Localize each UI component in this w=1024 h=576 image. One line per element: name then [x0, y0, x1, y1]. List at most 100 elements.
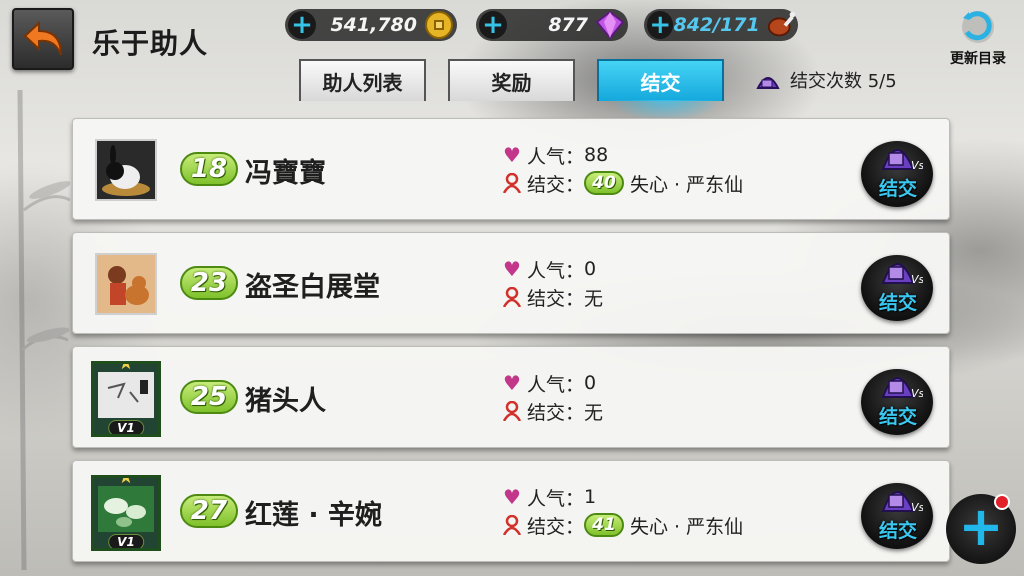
helper-stats: ♥ 人气： 88 结交： 40 失心 · 严东仙: [501, 141, 801, 197]
popularity-label: 人气：: [527, 487, 585, 510]
sketch-avatar-icon: [98, 372, 154, 418]
rabbit-avatar-icon: [97, 141, 155, 199]
person-icon: [501, 401, 523, 421]
gem-counter: + 877: [476, 9, 628, 41]
avatar[interactable]: [95, 253, 157, 315]
add-gems-button[interactable]: +: [479, 11, 507, 39]
bond-hat-icon: Vs: [881, 263, 923, 286]
vip-star-icon: ★: [117, 475, 135, 488]
vip-badge: V1: [108, 420, 144, 434]
vip-star-icon: ★: [117, 361, 135, 374]
meat-icon: [767, 11, 796, 37]
heart-icon: ♥: [503, 143, 521, 167]
bond-label: 结交：: [527, 401, 585, 424]
level-badge: 18: [180, 152, 238, 186]
leaves-avatar-icon: [98, 486, 154, 532]
avatar[interactable]: ★ V1: [91, 475, 161, 551]
popularity-value: 0: [584, 258, 597, 280]
bond-label: 结交：: [527, 515, 585, 538]
popularity-label: 人气：: [527, 259, 585, 282]
heart-icon: ♥: [503, 257, 521, 281]
stamina-value: 842/171: [673, 14, 760, 36]
bamboo-decoration: [17, 90, 70, 570]
refresh-list-button[interactable]: 更新目录: [938, 8, 1018, 72]
helper-name: 红莲 · 辛婉: [245, 500, 383, 531]
bond-value: 失心 · 严东仙: [630, 173, 744, 196]
refresh-icon: [962, 11, 994, 43]
bond-button[interactable]: Vs 结交: [861, 247, 935, 321]
notification-dot: [994, 494, 1010, 510]
bond-level-pill: 40: [584, 171, 625, 195]
level-badge: 27: [180, 494, 238, 528]
helper-name: 冯寶寶: [245, 158, 326, 189]
avatar[interactable]: [95, 139, 157, 201]
add-coins-button[interactable]: +: [288, 11, 316, 39]
popularity-value: 88: [584, 144, 609, 166]
popularity-value: 1: [584, 486, 597, 508]
bond-count-text: 结交次数 5/5: [790, 71, 897, 92]
level-badge: 23: [180, 266, 238, 300]
coin-counter: + 541,780: [285, 9, 457, 41]
gem-value: 877: [548, 14, 588, 36]
back-arrow-icon: [23, 20, 62, 56]
helper-row: 23 盗圣白展堂 ♥ 人气： 0 结交：无 Vs 结交: [72, 232, 950, 334]
bond-button[interactable]: Vs 结交: [861, 361, 935, 435]
bond-label: 结交：: [527, 287, 585, 310]
tab-rewards[interactable]: 奖励: [448, 59, 575, 101]
popularity-value: 0: [584, 372, 597, 394]
person-icon: [501, 173, 523, 193]
svg-text:Vs: Vs: [911, 387, 923, 400]
tab-label: 助人列表: [322, 70, 403, 95]
gem-icon: [595, 10, 625, 40]
tab-bond[interactable]: 结交: [597, 59, 724, 101]
bond-hat-icon: Vs: [881, 149, 923, 172]
coin-icon: [425, 11, 453, 39]
bond-level-pill: 41: [584, 513, 625, 537]
boy-dog-avatar-icon: [97, 255, 155, 313]
svg-text:Vs: Vs: [911, 273, 923, 286]
bond-hat-icon: Vs: [881, 491, 923, 514]
svg-text:Vs: Vs: [911, 501, 923, 514]
helper-row: ★ V1 25 猪头人 ♥ 人气： 0 结交：无 Vs 结交: [72, 346, 950, 448]
popularity-label: 人气：: [527, 145, 585, 168]
bond-button-label: 结交: [878, 520, 917, 542]
bond-hat-icon: Vs: [881, 377, 923, 400]
back-button[interactable]: [12, 8, 74, 70]
vip-badge: V1: [108, 534, 144, 548]
heart-icon: ♥: [503, 485, 521, 509]
person-icon: [501, 287, 523, 307]
helper-stats: ♥ 人气： 1 结交： 41 失心 · 严东仙: [501, 483, 801, 539]
tab-label: 奖励: [491, 70, 532, 95]
svg-text:Vs: Vs: [911, 159, 923, 172]
coin-value: 541,780: [330, 14, 417, 36]
helper-name: 盗圣白展堂: [245, 272, 380, 303]
level-badge: 25: [180, 380, 238, 414]
helper-stats: ♥ 人气： 0 结交：无: [501, 255, 801, 311]
helper-row: ★ V1 27 红莲 · 辛婉 ♥ 人气： 1 结交： 41 失心 · 严东仙 Vs 结…: [72, 460, 950, 562]
tab-helper-list[interactable]: 助人列表: [299, 59, 426, 101]
bond-count: 结交次数 5/5: [754, 63, 897, 97]
person-icon: [501, 515, 523, 535]
bond-value: 无: [584, 287, 604, 310]
bond-label: 结交：: [527, 173, 585, 196]
bond-button-label: 结交: [878, 406, 917, 428]
floating-plus-button[interactable]: +: [946, 494, 1016, 564]
add-stamina-button[interactable]: +: [647, 11, 674, 39]
refresh-label: 更新目录: [950, 51, 1006, 67]
helper-name: 猪头人: [245, 386, 326, 417]
bond-hat-icon: [756, 77, 780, 89]
bond-button[interactable]: Vs 结交: [861, 133, 935, 207]
bond-button-label: 结交: [878, 292, 917, 314]
bond-button-label: 结交: [878, 178, 917, 200]
stamina-counter: + 842/171: [644, 9, 798, 41]
bond-button[interactable]: Vs 结交: [861, 475, 935, 549]
page-title: 乐于助人: [92, 27, 209, 60]
popularity-label: 人气：: [527, 373, 585, 396]
bond-value: 失心 · 严东仙: [630, 515, 744, 538]
bond-value: 无: [584, 401, 604, 424]
tab-label: 结交: [640, 70, 681, 95]
helper-stats: ♥ 人气： 0 结交：无: [501, 369, 801, 425]
avatar[interactable]: ★ V1: [91, 361, 161, 437]
heart-icon: ♥: [503, 371, 521, 395]
helper-row: 18 冯寶寶 ♥ 人气： 88 结交： 40 失心 · 严东仙 Vs 结交: [72, 118, 950, 220]
